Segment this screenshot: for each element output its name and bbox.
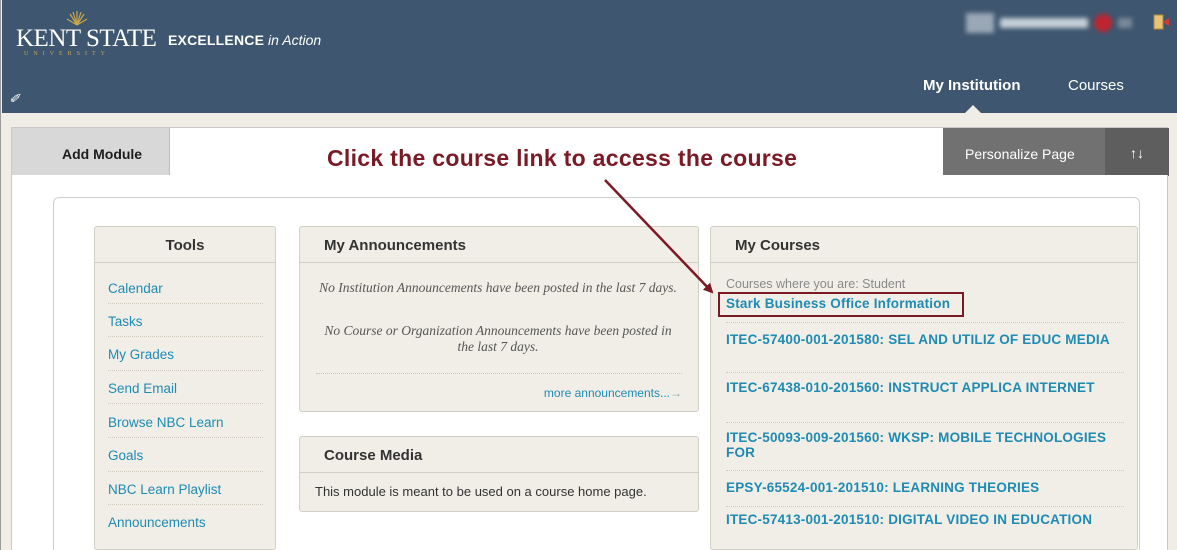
tool-link-goals[interactable]: Goals	[108, 449, 263, 463]
arrow-right-icon: →	[670, 386, 682, 400]
divider	[108, 336, 263, 337]
logo-text: KENT STATE	[16, 25, 157, 52]
tool-link-nbc-learn-playlist[interactable]: NBC Learn Playlist	[108, 483, 263, 497]
course-media-module-title: Course Media	[300, 437, 698, 473]
course-media-text: This module is meant to be used on a cou…	[315, 484, 647, 499]
tools-module: Tools Calendar Tasks My Grades Send Emai…	[94, 226, 276, 550]
add-module-button[interactable]: Add Module	[12, 128, 170, 176]
course-media-module: Course Media This module is meant to be …	[299, 436, 699, 512]
tab-my-institution[interactable]: My Institution	[923, 78, 1021, 93]
course-link-itec-57400[interactable]: ITEC-57400-001-201580: SEL AND UTILIZ OF…	[726, 332, 1116, 347]
logout-door-icon[interactable]	[1151, 12, 1171, 32]
logo-tagline: EXCELLENCE in Action	[168, 33, 321, 47]
notification-badge	[1094, 14, 1112, 32]
divider	[726, 470, 1124, 471]
institution-header: KENT STATE UNIVERSITY EXCELLENCE in Acti…	[2, 0, 1177, 113]
course-link-itec-67438[interactable]: ITEC-67438-010-201560: INSTRUCT APPLICA …	[726, 380, 1116, 395]
active-tab-indicator	[965, 105, 981, 113]
divider	[108, 504, 263, 505]
course-link-itec-57413[interactable]: ITEC-57413-001-201510: DIGITAL VIDEO IN …	[726, 512, 1116, 527]
divider	[108, 437, 263, 438]
divider	[726, 506, 1124, 507]
announcements-module-title: My Announcements	[300, 227, 698, 263]
divider	[108, 370, 263, 371]
institution-announcements-empty: No Institution Announcements have been p…	[319, 280, 677, 295]
tagline-bold: EXCELLENCE	[168, 32, 265, 48]
page-frame: KENT STATE UNIVERSITY EXCELLENCE in Acti…	[0, 0, 1177, 550]
divider	[108, 403, 263, 404]
instruction-callout: Click the course link to access the cour…	[327, 145, 798, 171]
course-role-label: Courses where you are: Student	[726, 277, 906, 291]
tool-link-tasks[interactable]: Tasks	[108, 315, 263, 329]
my-courses-module-title: My Courses	[711, 227, 1137, 263]
tools-module-title: Tools	[95, 227, 275, 263]
announcements-module: My Announcements No Institution Announce…	[299, 226, 699, 412]
avatar	[966, 13, 994, 33]
divider	[316, 373, 682, 374]
course-link-itec-50093[interactable]: ITEC-50093-009-201560: WKSP: MOBILE TECH…	[726, 430, 1116, 460]
tab-courses[interactable]: Courses	[1068, 78, 1124, 93]
user-name-redacted	[1000, 18, 1088, 28]
tool-link-send-email[interactable]: Send Email	[108, 382, 263, 396]
course-link-epsy-65524[interactable]: EPSY-65524-001-201510: LEARNING THEORIES	[726, 480, 1116, 495]
tool-link-browse-nbc-learn[interactable]: Browse NBC Learn	[108, 416, 263, 430]
reorder-modules-button[interactable]: ↑↓	[1105, 128, 1169, 176]
tool-link-calendar[interactable]: Calendar	[108, 282, 263, 296]
divider	[726, 322, 1124, 323]
sunburst-logo-icon	[66, 11, 88, 26]
tool-link-announcements[interactable]: Announcements	[108, 516, 263, 530]
tool-link-my-grades[interactable]: My Grades	[108, 348, 263, 362]
user-menu-dropdown-icon	[1118, 18, 1132, 28]
divider	[726, 372, 1124, 373]
personalize-page-button[interactable]: Personalize Page	[943, 128, 1105, 176]
paperclip-edit-icon[interactable]: ✐	[9, 92, 23, 108]
course-announcements-empty: No Course or Organization Announcements …	[324, 323, 672, 354]
user-menu[interactable]	[960, 11, 1146, 35]
my-courses-module: My Courses Courses where you are: Studen…	[710, 226, 1138, 550]
more-announcements-label: more announcements...	[543, 386, 670, 400]
tagline-italic: in Action	[264, 32, 322, 48]
divider	[108, 471, 263, 472]
course-highlight-box	[718, 292, 964, 317]
divider	[726, 422, 1124, 423]
more-announcements-link[interactable]: more announcements...→	[544, 387, 682, 399]
divider	[108, 303, 263, 304]
logo-subtext: UNIVERSITY	[24, 51, 110, 57]
